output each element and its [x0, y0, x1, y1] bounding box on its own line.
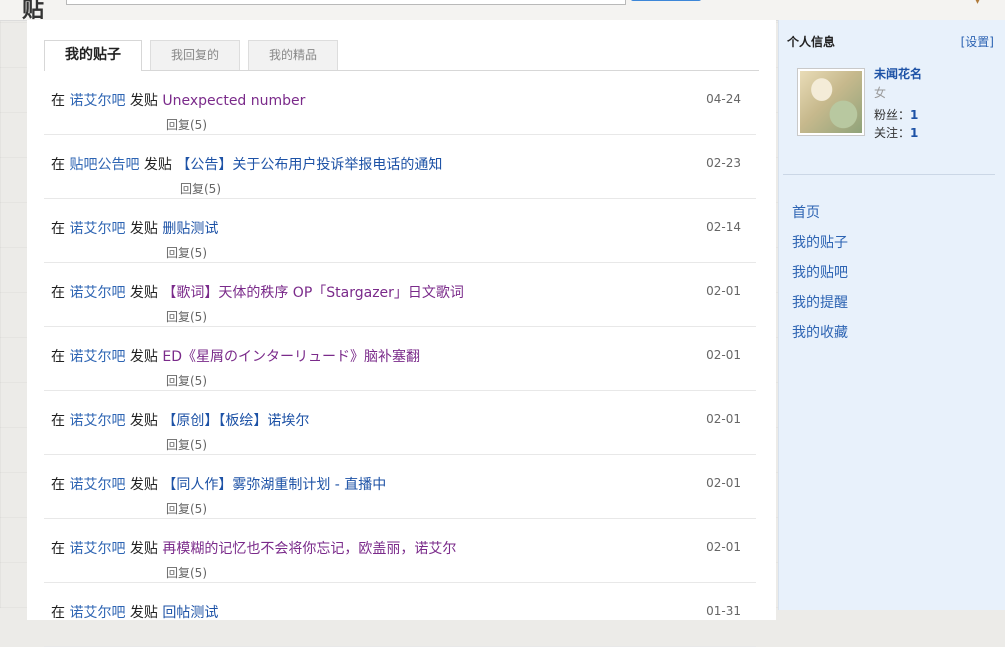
post-action: 发贴: [129, 605, 158, 621]
post-row: 在 诺艾尔吧 发贴 回帖测试 01-31: [44, 583, 756, 647]
follow-label: 关注：: [874, 126, 911, 140]
nav-home[interactable]: 首页: [792, 202, 820, 222]
post-prefix: 在: [51, 157, 65, 173]
bar-link[interactable]: 贴吧公告吧: [69, 157, 139, 173]
post-action: 发贴: [129, 285, 158, 301]
post-line: 在 诺艾尔吧 发贴 【歌词】天体的秩序 OP「Stargazer」日文歌词: [51, 282, 464, 302]
follow-stat: 关注：1: [874, 124, 918, 141]
bar-link[interactable]: 诺艾尔吧: [69, 541, 125, 557]
reply-count-link[interactable]: 回复(5): [166, 308, 207, 325]
post-row: 在 诺艾尔吧 发贴 ED《星屑のインターリュード》脑补塞翻 回复(5) 02-0…: [44, 327, 756, 391]
search-input[interactable]: [66, 0, 626, 5]
post-title-link[interactable]: Unexpected number: [162, 93, 305, 109]
fans-count-link[interactable]: 1: [910, 108, 918, 122]
post-title-link[interactable]: 再模糊的记忆也不会将你忘记，欧盖丽，诺艾尔: [162, 541, 456, 557]
post-prefix: 在: [51, 221, 65, 237]
post-prefix: 在: [51, 93, 65, 109]
sidebar-heading: 个人信息: [787, 35, 836, 49]
bar-link[interactable]: 诺艾尔吧: [69, 93, 125, 109]
post-action: 发贴: [129, 477, 158, 493]
tab-my-featured[interactable]: 我的精品: [248, 40, 338, 70]
post-prefix: 在: [51, 285, 65, 301]
post-prefix: 在: [51, 541, 65, 557]
reply-count-link[interactable]: 回复(5): [166, 244, 207, 261]
top-header-strip: 贴 ▾: [0, 0, 1005, 23]
tab-my-posts[interactable]: 我的贴子: [44, 40, 142, 71]
reply-count-link[interactable]: 回复(5): [166, 372, 207, 389]
post-date: 02-01: [706, 540, 741, 554]
post-row: 在 诺艾尔吧 发贴 再模糊的记忆也不会将你忘记，欧盖丽，诺艾尔 回复(5) 02…: [44, 519, 756, 583]
post-line: 在 诺艾尔吧 发贴 ED《星屑のインターリュード》脑补塞翻: [51, 346, 420, 366]
post-prefix: 在: [51, 477, 65, 493]
post-action: 发贴: [143, 157, 172, 173]
reply-count-link[interactable]: 回复(5): [166, 564, 207, 581]
bar-link[interactable]: 诺艾尔吧: [69, 285, 125, 301]
post-row: 在 诺艾尔吧 发贴 删贴测试 回复(5) 02-14: [44, 199, 756, 263]
post-line: 在 诺艾尔吧 发贴 Unexpected number: [51, 90, 305, 110]
nav-my-reminders[interactable]: 我的提醒: [792, 292, 848, 312]
post-row: 在 诺艾尔吧 发贴 Unexpected number 回复(5) 04-24: [44, 71, 756, 135]
post-title-link[interactable]: 【原创】【板绘】诺埃尔: [162, 413, 309, 429]
post-row: 在 诺艾尔吧 发贴 【原创】【板绘】诺埃尔 回复(5) 02-01: [44, 391, 756, 455]
post-line: 在 诺艾尔吧 发贴 删贴测试: [51, 218, 218, 238]
post-line: 在 诺艾尔吧 发贴 【原创】【板绘】诺埃尔: [51, 410, 309, 430]
search-button[interactable]: [631, 0, 701, 1]
tab-my-replies[interactable]: 我回复的: [150, 40, 240, 70]
bar-link[interactable]: 诺艾尔吧: [69, 413, 125, 429]
sidebar-divider: [783, 174, 995, 175]
post-line: 在 诺艾尔吧 发贴 再模糊的记忆也不会将你忘记，欧盖丽，诺艾尔: [51, 538, 456, 558]
reply-count-link[interactable]: 回复(5): [166, 500, 207, 517]
post-title-link[interactable]: 删贴测试: [162, 221, 218, 237]
post-row: 在 诺艾尔吧 发贴 【同人作】雾弥湖重制计划 - 直播中 回复(5) 02-01: [44, 455, 756, 519]
post-date: 01-31: [706, 604, 741, 618]
post-tabs: 我的贴子 我回复的 我的精品: [44, 40, 759, 71]
settings-link[interactable]: [设置]: [961, 33, 994, 50]
avatar[interactable]: [797, 68, 865, 136]
post-title-link[interactable]: 【公告】关于公布用户投诉举报电话的通知: [176, 157, 442, 173]
post-action: 发贴: [129, 541, 158, 557]
post-line: 在 诺艾尔吧 发贴 回帖测试: [51, 602, 218, 622]
post-action: 发贴: [129, 413, 158, 429]
nav-my-posts[interactable]: 我的贴子: [792, 232, 848, 252]
post-title-link[interactable]: 【歌词】天体的秩序 OP「Stargazer」日文歌词: [162, 285, 464, 301]
post-date: 02-01: [706, 348, 741, 362]
fans-stat: 粉丝：1: [874, 106, 918, 123]
nav-my-bars[interactable]: 我的贴吧: [792, 262, 848, 282]
post-line: 在 诺艾尔吧 发贴 【同人作】雾弥湖重制计划 - 直播中: [51, 474, 386, 494]
gender-label: 女: [874, 86, 887, 100]
bar-link[interactable]: 诺艾尔吧: [69, 477, 125, 493]
post-title-link[interactable]: ED《星屑のインターリュード》脑补塞翻: [162, 349, 420, 365]
post-action: 发贴: [129, 349, 158, 365]
post-date: 02-01: [706, 412, 741, 426]
post-date: 02-14: [706, 220, 741, 234]
post-line: 在 贴吧公告吧 发贴 【公告】关于公布用户投诉举报电话的通知: [51, 154, 442, 174]
user-menu-icon[interactable]: ▾: [975, 0, 980, 7]
post-action: 发贴: [129, 93, 158, 109]
post-prefix: 在: [51, 605, 65, 621]
reply-count-link[interactable]: 回复(5): [180, 180, 221, 197]
fans-label: 粉丝：: [874, 108, 911, 122]
username-link[interactable]: 未闻花名: [874, 65, 922, 82]
bar-link[interactable]: 诺艾尔吧: [69, 221, 125, 237]
reply-count-link[interactable]: 回复(5): [166, 436, 207, 453]
bar-link[interactable]: 诺艾尔吧: [69, 349, 125, 365]
reply-count-link[interactable]: 回复(5): [166, 116, 207, 133]
post-title-link[interactable]: 【同人作】雾弥湖重制计划 - 直播中: [162, 477, 386, 493]
post-date: 02-23: [706, 156, 741, 170]
avatar-image: [800, 71, 862, 133]
profile-sidebar: 个人信息 [设置] 未闻花名 女 粉丝：1 关注：1 首页 我的贴子 我的贴吧 …: [778, 20, 1005, 610]
post-date: 02-01: [706, 284, 741, 298]
post-row: 在 诺艾尔吧 发贴 【歌词】天体的秩序 OP「Stargazer」日文歌词 回复…: [44, 263, 756, 327]
follow-count-link[interactable]: 1: [910, 126, 918, 140]
post-date: 04-24: [706, 92, 741, 106]
post-row: 在 贴吧公告吧 发贴 【公告】关于公布用户投诉举报电话的通知 回复(5) 02-…: [44, 135, 756, 199]
bar-link[interactable]: 诺艾尔吧: [69, 605, 125, 621]
post-prefix: 在: [51, 413, 65, 429]
post-title-link[interactable]: 回帖测试: [162, 605, 218, 621]
post-date: 02-01: [706, 476, 741, 490]
nav-my-favorites[interactable]: 我的收藏: [792, 322, 848, 342]
post-action: 发贴: [129, 221, 158, 237]
post-prefix: 在: [51, 349, 65, 365]
